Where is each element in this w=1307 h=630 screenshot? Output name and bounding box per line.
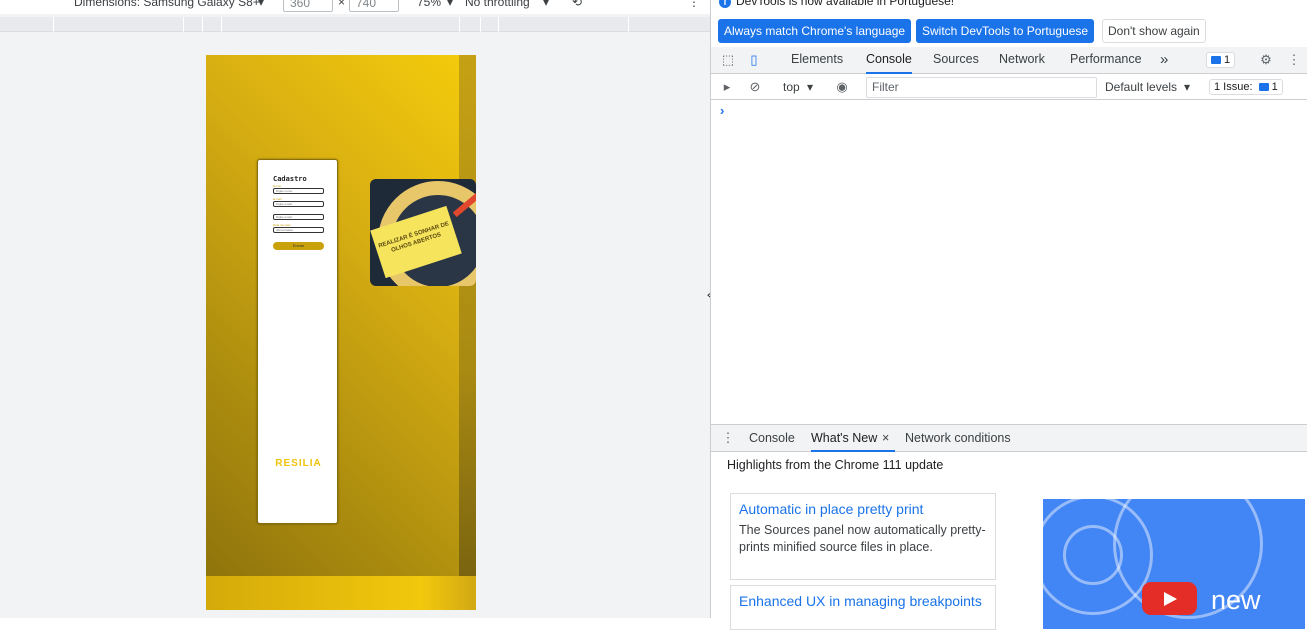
- whats-new-heading: Highlights from the Chrome 111 update: [727, 458, 944, 472]
- ruler-segment[interactable]: [628, 17, 629, 32]
- chevron-down-icon: ▾: [807, 80, 814, 94]
- page-side-strip: [459, 55, 476, 576]
- whats-new-card[interactable]: Automatic in place pretty print The Sour…: [730, 493, 996, 580]
- page-footer: [206, 576, 476, 610]
- settings-gear-icon[interactable]: ⚙: [1258, 52, 1274, 68]
- height-input[interactable]: 740: [349, 0, 399, 12]
- ruler-segment[interactable]: [183, 17, 184, 32]
- zoom-dropdown[interactable]: 75%: [417, 0, 441, 9]
- dimensions-dropdown[interactable]: Dimensions: Samsung Galaxy S8+: [74, 0, 260, 9]
- ruler-segment[interactable]: [202, 17, 203, 32]
- card-title-link[interactable]: Automatic in place pretty print: [739, 500, 987, 518]
- close-icon[interactable]: ×: [882, 425, 889, 452]
- device-emulation-area: Dimensions: Samsung Galaxy S8+ ▾ 360 × 7…: [0, 0, 710, 618]
- language-notice: i DevTools is now available in Portuguese…: [719, 0, 954, 8]
- devtools-panel: i DevTools is now available in Portuguese…: [710, 0, 1307, 630]
- video-caption: new: [1211, 585, 1261, 615]
- ruler-segment[interactable]: [498, 17, 499, 32]
- email-input[interactable]: Digite email:: [273, 201, 324, 207]
- ruler-segment[interactable]: [459, 17, 460, 32]
- tab-network[interactable]: Network: [999, 47, 1045, 74]
- email-confirm-input[interactable]: Digite email:: [273, 214, 324, 220]
- context-selector[interactable]: top: [783, 80, 800, 94]
- times-icon: ×: [338, 0, 346, 9]
- chevron-down-icon: ▾: [543, 0, 550, 9]
- more-tabs-icon[interactable]: »: [1160, 47, 1168, 74]
- media-query-ruler[interactable]: [0, 17, 710, 32]
- tab-sources[interactable]: Sources: [933, 47, 979, 74]
- brand-logo: RESILIA: [275, 458, 322, 469]
- more-options-icon[interactable]: ⋮: [1286, 52, 1302, 68]
- tab-console[interactable]: Console: [866, 47, 912, 74]
- info-icon: i: [719, 0, 731, 8]
- drawer-tabbar: ⋮ Console What's New × Network condition…: [711, 424, 1307, 452]
- switch-language-button[interactable]: Switch DevTools to Portuguese: [916, 19, 1095, 43]
- clear-console-icon[interactable]: ⊘: [747, 79, 763, 95]
- sidebar-toggle-icon[interactable]: ▸: [719, 79, 735, 95]
- form-title: Cadastro: [273, 175, 307, 183]
- whats-new-card[interactable]: Enhanced UX in managing breakpoints: [730, 585, 996, 630]
- console-toolbar: ▸ ⊘ top ▾ ◉ Filter Default levels ▾ 1 Is…: [711, 75, 1307, 100]
- chevron-down-icon: ▾: [258, 0, 265, 9]
- tab-elements[interactable]: Elements: [791, 47, 843, 74]
- throttling-dropdown[interactable]: No throttling: [465, 0, 530, 9]
- card-title-link[interactable]: Enhanced UX in managing breakpoints: [739, 592, 987, 610]
- tab-performance[interactable]: Performance: [1070, 47, 1142, 74]
- signup-card: Cadastro Nome Digite nome: E-mail Digite…: [257, 159, 338, 524]
- rotate-icon[interactable]: ⟲: [572, 0, 582, 9]
- always-match-language-button[interactable]: Always match Chrome's language: [718, 19, 912, 43]
- whats-new-video-thumbnail[interactable]: new: [1043, 499, 1305, 629]
- dont-show-again-button[interactable]: Don't show again: [1102, 19, 1206, 43]
- messages-badge[interactable]: 1: [1206, 52, 1236, 68]
- inspect-element-icon[interactable]: ⬚: [720, 52, 736, 68]
- device-toolbar: Dimensions: Samsung Galaxy S8+ ▾ 360 × 7…: [0, 0, 710, 14]
- drawer-tab-network-conditions[interactable]: Network conditions: [905, 425, 1011, 452]
- devtools-tabbar: ⬚ ▯ Elements Console Sources Network Per…: [711, 47, 1307, 74]
- more-options-icon[interactable]: ⋮: [688, 0, 700, 9]
- submit-button[interactable]: Enviar: [273, 242, 324, 250]
- chevron-down-icon: ▾: [447, 0, 454, 9]
- log-levels-dropdown[interactable]: Default levels: [1105, 80, 1177, 94]
- birthdate-input[interactable]: dd/mm/aaaa: [273, 227, 324, 233]
- card-description: The Sources panel now automatically pret…: [739, 523, 986, 554]
- console-filter-input[interactable]: Filter: [866, 77, 1097, 98]
- ruler-segment[interactable]: [480, 17, 481, 32]
- device-toolbar-icon[interactable]: ▯: [746, 52, 762, 68]
- ruler-segment[interactable]: [53, 17, 54, 32]
- drawer-tab-console[interactable]: Console: [749, 425, 795, 452]
- ruler-segment[interactable]: [221, 17, 222, 32]
- name-input[interactable]: Digite nome:: [273, 188, 324, 194]
- chevron-down-icon: ▾: [1184, 80, 1191, 94]
- device-viewport: Cadastro Nome Digite nome: E-mail Digite…: [206, 55, 476, 610]
- motivational-poster: REALIZAR É SONHAR DE OLHOS ABERTOS: [370, 179, 476, 286]
- issues-badge[interactable]: 1 Issue: 1: [1209, 79, 1283, 95]
- notice-text: DevTools is now available in Portuguese!: [736, 0, 955, 8]
- width-input[interactable]: 360: [283, 0, 333, 12]
- play-button-icon[interactable]: [1142, 582, 1197, 615]
- console-prompt[interactable]: ›: [720, 103, 724, 118]
- live-expression-eye-icon[interactable]: ◉: [834, 79, 850, 95]
- drawer-menu-icon[interactable]: ⋮: [720, 430, 736, 446]
